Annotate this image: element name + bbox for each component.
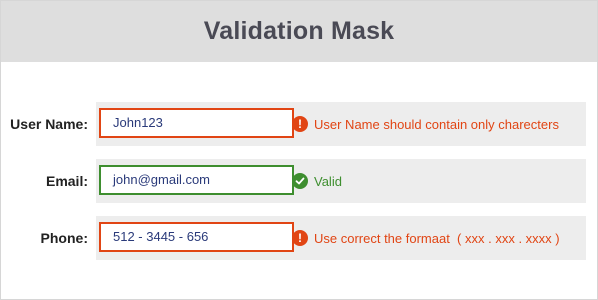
email-field[interactable]: john@gmail.com bbox=[99, 165, 294, 195]
exclamation-icon: ! bbox=[292, 116, 308, 132]
phone-message-text: Use correct the formaat ( xxx . xxx . xx… bbox=[314, 230, 560, 246]
username-label: User Name: bbox=[10, 116, 88, 132]
form-row-username: User Name: John123 ! User Name should co… bbox=[1, 102, 597, 146]
username-field[interactable]: John123 bbox=[99, 108, 294, 138]
page-title: Validation Mask bbox=[203, 17, 395, 45]
username-error-message: ! User Name should contain only charecte… bbox=[292, 102, 559, 146]
email-label: Email: bbox=[45, 173, 88, 189]
form-row-email: Email: john@gmail.com Valid bbox=[1, 159, 597, 203]
username-panel: John123 ! User Name should contain only … bbox=[96, 102, 586, 146]
validation-mask-panel: Validation Mask User Name: John123 ! Use… bbox=[0, 0, 598, 300]
username-message-text: User Name should contain only charecters bbox=[314, 116, 559, 132]
email-message-text: Valid bbox=[314, 173, 342, 189]
form-row-phone: Phone: 512 - 3445 - 656 ! Use correct th… bbox=[1, 216, 597, 260]
phone-panel: 512 - 3445 - 656 ! Use correct the forma… bbox=[96, 216, 586, 260]
phone-label: Phone: bbox=[40, 230, 88, 246]
header-bar: Validation Mask bbox=[1, 1, 597, 62]
checkmark-icon bbox=[292, 173, 308, 189]
phone-field[interactable]: 512 - 3445 - 656 bbox=[99, 222, 294, 252]
exclamation-icon: ! bbox=[292, 230, 308, 246]
email-panel: john@gmail.com Valid bbox=[96, 159, 586, 203]
email-valid-message: Valid bbox=[292, 159, 342, 203]
phone-error-message: ! Use correct the formaat ( xxx . xxx . … bbox=[292, 216, 560, 260]
